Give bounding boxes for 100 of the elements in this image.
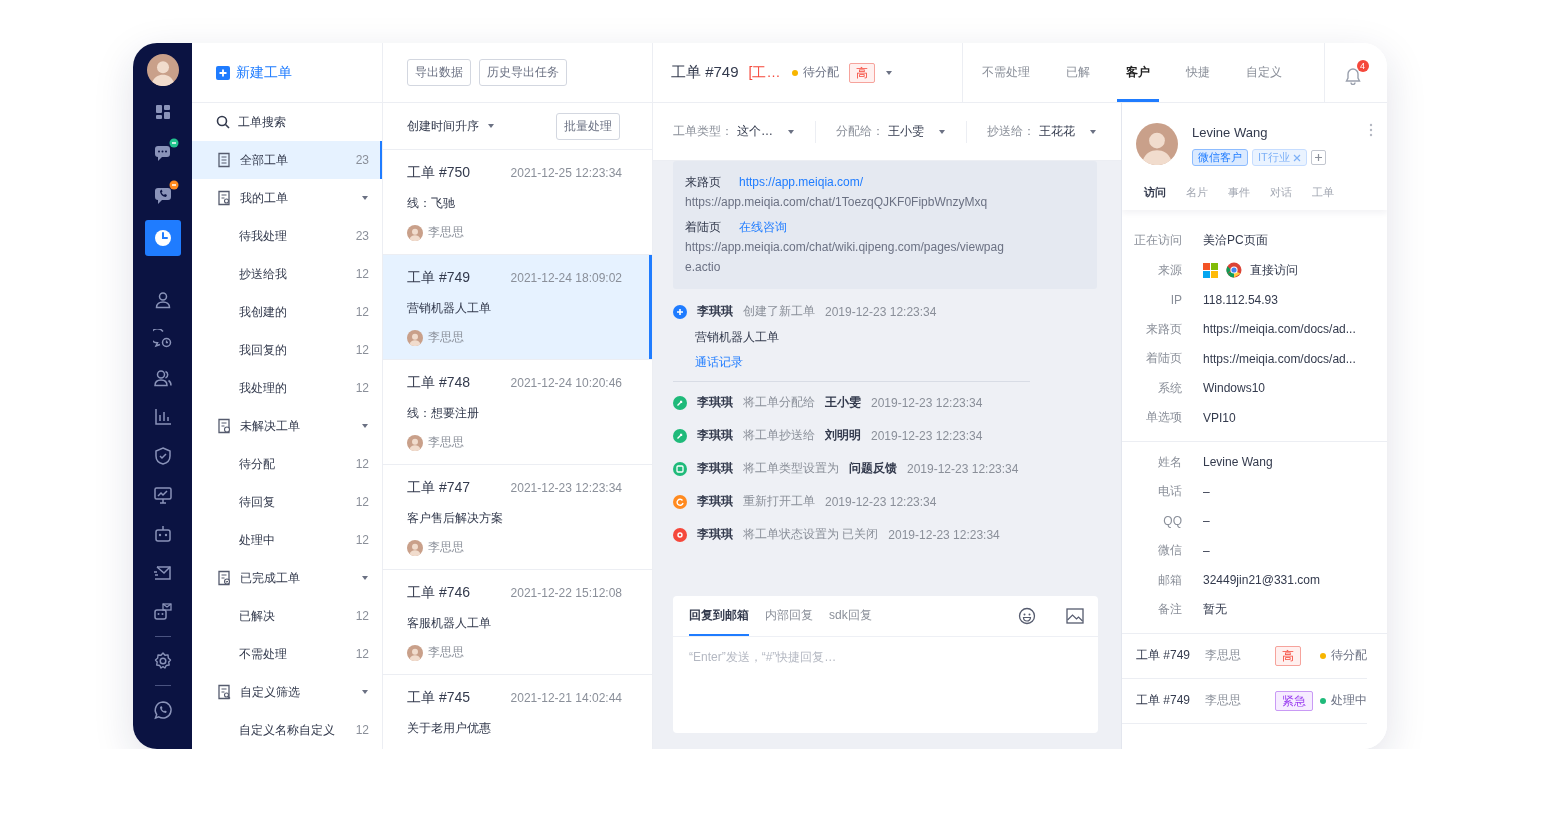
- sidebar-item[interactable]: 自定义筛选: [192, 673, 382, 711]
- event-action: 将工单分配给: [743, 394, 815, 411]
- robot-icon: [152, 524, 173, 544]
- ticket-item[interactable]: 工单 #748 2021-12-24 10:20:46 线：想要注册 李思思: [383, 360, 652, 465]
- filter-dropdown[interactable]: 抄送给： 王花花: [967, 120, 1117, 143]
- event-time: 2019-12-23 12:23:34: [871, 428, 983, 443]
- actor-name: 李琪琪: [697, 460, 733, 477]
- link[interactable]: 通话记录: [695, 354, 743, 371]
- sidebar-item[interactable]: 已解决 12: [192, 597, 382, 635]
- event-target: 王小雯: [825, 394, 861, 411]
- reply-field[interactable]: “Enter”发送，“#”快捷回复…: [673, 637, 1098, 733]
- item-count: 12: [355, 533, 369, 547]
- item-count: 12: [355, 609, 369, 623]
- ticket-item[interactable]: 工单 #749 2021-12-24 18:09:02 营销机器人工单 李思思: [383, 255, 652, 360]
- windows-icon: [1203, 262, 1218, 278]
- status-label: 待分配: [1331, 647, 1367, 664]
- status-label: 待分配: [803, 64, 840, 81]
- field-label: QQ: [1162, 514, 1182, 529]
- ticket-title: 工单 #749: [1136, 647, 1192, 664]
- tab[interactable]: 快捷: [1177, 43, 1219, 102]
- filter-label: 工单类型：: [673, 123, 733, 140]
- sidebar-item[interactable]: 我回复的 12: [192, 331, 382, 369]
- sidebar-item[interactable]: 抄送给我 12: [192, 255, 382, 293]
- sidebar-item[interactable]: 自定义名称自定义 12: [192, 711, 382, 749]
- avatar: [407, 539, 423, 556]
- ticket-title: 工单 #747: [407, 479, 471, 497]
- nav-button[interactable]: [144, 220, 181, 256]
- sidebar-item[interactable]: 待回复 12: [192, 483, 382, 521]
- actor-name: 李琪琪: [697, 427, 733, 444]
- ticket-time: 2021-12-23 12:23:34: [510, 481, 622, 495]
- actor-name: 李琪琪: [697, 526, 733, 543]
- item-count: 12: [355, 267, 369, 281]
- sidebar-item[interactable]: 未解决工单: [192, 407, 382, 445]
- export-button[interactable]: 导出数据: [407, 59, 471, 86]
- sidebar-item[interactable]: 我创建的 12: [192, 293, 382, 331]
- batch-button[interactable]: 批量处理: [556, 112, 620, 140]
- event-action: 将工单抄送给: [743, 427, 815, 444]
- bell-icon: [1343, 67, 1362, 85]
- filter-dropdown[interactable]: 工单类型： 这个…: [653, 120, 816, 143]
- new-ticket-button[interactable]: 新建工单: [216, 63, 292, 82]
- notification-count: 4: [1356, 60, 1369, 72]
- document-icon: [216, 152, 232, 168]
- sidebar-item[interactable]: 已完成工单: [192, 559, 382, 597]
- field-label: 邮箱: [1157, 571, 1182, 589]
- avatar: [407, 434, 423, 451]
- ticket-subtitle: 客服机器人工单: [407, 615, 491, 632]
- search-icon: [216, 115, 230, 129]
- document-icon: [216, 418, 232, 434]
- filter-dropdown[interactable]: 分配给： 王小雯: [816, 120, 967, 143]
- export-button[interactable]: 历史导出任务: [479, 59, 567, 86]
- event-target: 问题反馈: [849, 460, 897, 477]
- ticket-title: 工单 #749: [407, 269, 471, 287]
- chat-phone-icon: [152, 700, 173, 720]
- sidebar-item[interactable]: 工单搜索: [192, 103, 382, 141]
- ticket-item[interactable]: 工单 #745 2021-12-21 14:02:44 关于老用户优惠: [383, 675, 652, 749]
- reply-tab[interactable]: 内部回复: [765, 596, 813, 636]
- item-count: 23: [355, 229, 369, 243]
- sidebar-item[interactable]: 待分配 12: [192, 445, 382, 483]
- field-value: 直接访问: [1250, 261, 1298, 279]
- sidebar-item[interactable]: 我处理的 12: [192, 369, 382, 407]
- sidebar-item[interactable]: 我的工单: [192, 179, 382, 217]
- ticket-item[interactable]: 工单 #747 2021-12-23 12:23:34 客户售后解决方案 李思思: [383, 465, 652, 570]
- ticket-title: 工单 #750: [407, 164, 471, 182]
- avatar: [407, 329, 423, 346]
- ticket-item[interactable]: 工单 #746 2021-12-22 15:12:08 客服机器人工单 李思思: [383, 570, 652, 675]
- customer-name: Levine Wang: [1192, 125, 1269, 140]
- mail-icon: [152, 563, 173, 583]
- plus-icon: [1313, 153, 1323, 162]
- caret-icon: [787, 127, 795, 136]
- add-tag-button[interactable]: [1310, 150, 1326, 165]
- ticket-time: 2021-12-21 14:02:44: [510, 691, 622, 705]
- filter-value: 王花花: [1039, 123, 1075, 140]
- field-value: 美洽PC页面: [1203, 232, 1268, 250]
- ticket-title: 工单 #749: [1136, 692, 1192, 709]
- assignee-name: 李思思: [428, 224, 464, 241]
- tab[interactable]: 不需处理: [973, 43, 1039, 102]
- monitor-icon: [152, 485, 173, 505]
- priority-tag: 紧急: [1274, 690, 1313, 711]
- sidebar-item[interactable]: 待我处理 23: [192, 217, 382, 255]
- sidebar-item[interactable]: 不需处理 12: [192, 635, 382, 673]
- field-label: 微信: [1157, 542, 1182, 560]
- ticket-subtitle: 客户售后解决方案: [407, 510, 503, 527]
- caret-icon: [487, 122, 495, 130]
- sidebar-item[interactable]: 全部工单 23: [192, 141, 382, 179]
- avatar: [146, 54, 179, 86]
- phone-chat-icon: [152, 186, 173, 206]
- ticket-subtitle: 线：飞驰: [407, 195, 455, 212]
- field-label: 来源: [1157, 261, 1182, 279]
- item-count: 12: [355, 723, 369, 737]
- sidebar-item[interactable]: 处理中 12: [192, 521, 382, 559]
- field-value: –: [1203, 484, 1210, 499]
- field-value: VPI10: [1203, 410, 1236, 425]
- notification-button[interactable]: 4: [1343, 60, 1369, 85]
- tab[interactable]: 访问: [1144, 174, 1166, 210]
- event-action: 创建了新工单: [743, 303, 815, 320]
- sort-dropdown[interactable]: 创建时间升序: [407, 117, 495, 135]
- event-action: 重新打开工单: [743, 493, 815, 510]
- actor-name: 李琪琪: [697, 303, 733, 320]
- priority-tag: 高: [849, 62, 876, 83]
- field-value: https://meiqia.com/docs/ad...: [1203, 351, 1356, 366]
